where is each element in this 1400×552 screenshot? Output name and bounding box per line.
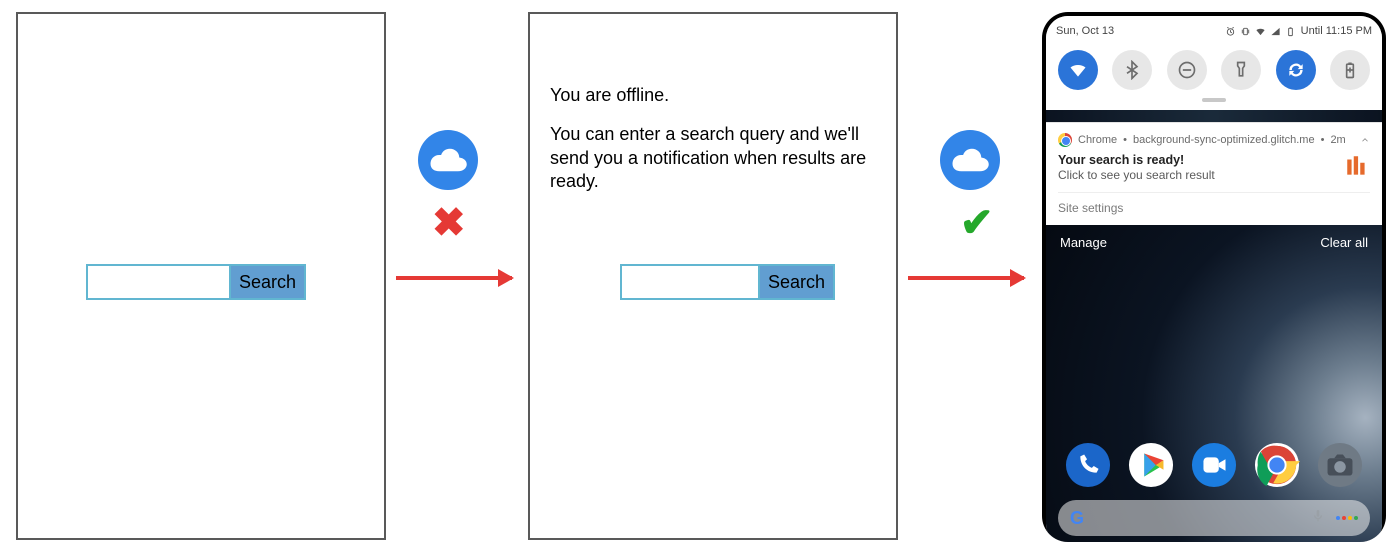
notification-card[interactable]: Chrome • background-sync-optimized.glitc… bbox=[1046, 122, 1382, 225]
bluetooth-icon bbox=[1122, 60, 1142, 80]
clear-all-button[interactable]: Clear all bbox=[1320, 235, 1368, 250]
dot-sep: • bbox=[1321, 134, 1325, 146]
qs-dnd[interactable] bbox=[1167, 50, 1207, 90]
qs-bluetooth[interactable] bbox=[1112, 50, 1152, 90]
duo-icon bbox=[1191, 442, 1237, 488]
qs-wifi[interactable] bbox=[1058, 50, 1098, 90]
chevron-up-icon[interactable] bbox=[1360, 135, 1370, 145]
shade-actions: Manage Clear all bbox=[1046, 225, 1382, 260]
autorotate-icon bbox=[1286, 60, 1306, 80]
wallpaper-area: Manage Clear all G bbox=[1046, 225, 1382, 542]
panel-initial: Search bbox=[16, 12, 386, 540]
phone-frame: Sun, Oct 13 Until 11:15 PM bbox=[1042, 12, 1386, 542]
offline-heading: You are offline. bbox=[550, 84, 876, 107]
notification-shade: Sun, Oct 13 Until 11:15 PM bbox=[1046, 16, 1382, 110]
manage-button[interactable]: Manage bbox=[1060, 235, 1107, 250]
search-input[interactable] bbox=[86, 264, 231, 300]
dnd-icon bbox=[1177, 60, 1197, 80]
google-g-icon: G bbox=[1070, 508, 1084, 529]
dock-chrome[interactable] bbox=[1254, 442, 1300, 488]
flashlight-icon bbox=[1231, 60, 1251, 80]
offline-body: You can enter a search query and we'll s… bbox=[550, 123, 876, 193]
vibrate-icon bbox=[1240, 26, 1251, 37]
offline-text: You are offline. You can enter a search … bbox=[550, 84, 876, 210]
search-row-2: Search bbox=[620, 264, 835, 300]
notification-body: Your search is ready! Click to see you s… bbox=[1058, 147, 1370, 182]
statusbar-until-label: Until 11:15 PM bbox=[1301, 25, 1372, 37]
check-icon: ✔ bbox=[960, 200, 994, 246]
assistant-icon[interactable] bbox=[1336, 516, 1358, 520]
wifi-icon bbox=[1068, 60, 1088, 80]
arrow-1 bbox=[396, 276, 512, 280]
dot-sep: • bbox=[1123, 134, 1127, 146]
qs-flashlight[interactable] bbox=[1221, 50, 1261, 90]
statusbar-date: Sun, Oct 13 bbox=[1056, 25, 1114, 37]
dock-camera[interactable] bbox=[1317, 442, 1363, 488]
shade-handle[interactable] bbox=[1202, 98, 1226, 102]
battery-icon bbox=[1285, 26, 1296, 37]
alarm-icon bbox=[1225, 26, 1236, 37]
search-input-2[interactable] bbox=[620, 264, 760, 300]
google-search-bar[interactable]: G bbox=[1058, 500, 1370, 536]
network-status-badge-1 bbox=[418, 130, 478, 190]
search-button[interactable]: Search bbox=[231, 264, 306, 300]
diagram-stage: Search ✖ You are offline. You can enter … bbox=[0, 0, 1400, 552]
network-status-badge-2 bbox=[940, 130, 1000, 190]
notification-text: Click to see you search result bbox=[1058, 168, 1215, 182]
dock-play[interactable] bbox=[1128, 442, 1174, 488]
statusbar-icons bbox=[1225, 26, 1296, 37]
wallpaper-strip bbox=[1046, 110, 1382, 122]
dock-duo[interactable] bbox=[1191, 442, 1237, 488]
cloud-icon bbox=[428, 147, 468, 173]
camera-icon bbox=[1317, 442, 1363, 488]
notification-age: 2m bbox=[1330, 134, 1345, 146]
notification-source: background-sync-optimized.glitch.me bbox=[1133, 134, 1315, 146]
play-store-icon bbox=[1128, 442, 1174, 488]
phone-screen: Sun, Oct 13 Until 11:15 PM bbox=[1046, 16, 1382, 542]
statusbar: Sun, Oct 13 Until 11:15 PM bbox=[1056, 22, 1372, 40]
arrow-2 bbox=[908, 276, 1024, 280]
panel-offline-message: You are offline. You can enter a search … bbox=[528, 12, 898, 540]
notification-app-name: Chrome bbox=[1078, 134, 1117, 146]
quick-settings-row bbox=[1056, 40, 1372, 96]
wifi-small-icon bbox=[1255, 26, 1266, 37]
qs-battery-saver[interactable] bbox=[1330, 50, 1370, 90]
notification-app-icon bbox=[1344, 153, 1370, 179]
dock bbox=[1046, 442, 1382, 488]
search-row: Search bbox=[86, 264, 306, 300]
mic-icon[interactable] bbox=[1310, 508, 1326, 529]
search-button-2[interactable]: Search bbox=[760, 264, 835, 300]
cloud-icon bbox=[950, 147, 990, 173]
chrome-icon bbox=[1058, 133, 1072, 147]
notification-header: Chrome • background-sync-optimized.glitc… bbox=[1058, 133, 1370, 147]
phone-icon bbox=[1065, 442, 1111, 488]
qs-autorotate[interactable] bbox=[1276, 50, 1316, 90]
chrome-app-icon bbox=[1254, 442, 1300, 488]
notification-title: Your search is ready! bbox=[1058, 153, 1215, 167]
cross-icon: ✖ bbox=[432, 200, 466, 246]
battery-saver-icon bbox=[1340, 60, 1360, 80]
signal-icon bbox=[1270, 26, 1281, 37]
dock-phone[interactable] bbox=[1065, 442, 1111, 488]
notification-site-settings[interactable]: Site settings bbox=[1058, 192, 1370, 215]
